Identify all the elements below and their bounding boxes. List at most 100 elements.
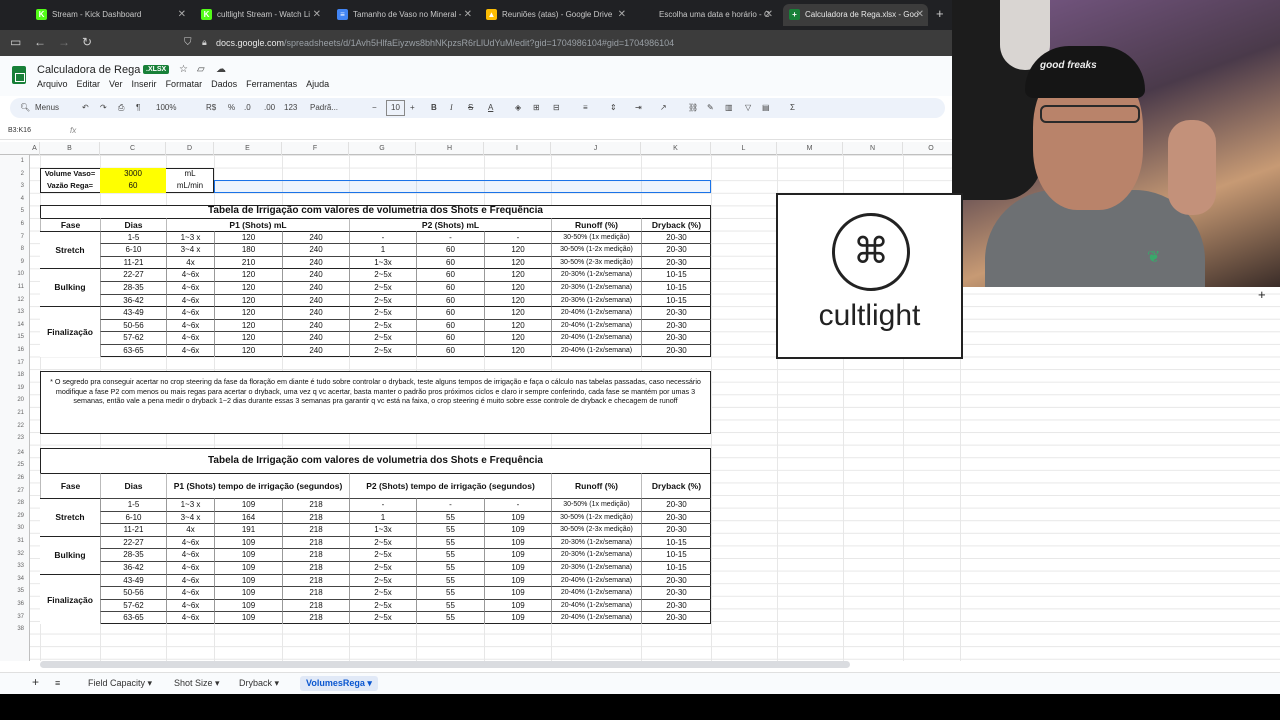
table-cell[interactable]: 210	[214, 255, 282, 269]
table-cell[interactable]: 63-65	[100, 611, 166, 624]
table-cell[interactable]: 218	[282, 498, 349, 511]
flow-label[interactable]: Vazão Rega=	[40, 180, 100, 193]
column-header[interactable]: H	[416, 142, 484, 155]
table-cell[interactable]: 2~5x	[349, 611, 416, 624]
table-cell[interactable]: 2~5x	[349, 573, 416, 587]
menu-item[interactable]: Formatar	[166, 79, 203, 89]
table-cell[interactable]: 109	[484, 573, 551, 587]
menu-item[interactable]: Inserir	[132, 79, 157, 89]
table-cell[interactable]: 2~5x	[349, 281, 416, 294]
table-cell[interactable]: 218	[282, 586, 349, 599]
currency-button[interactable]: R$	[206, 101, 216, 115]
row-header[interactable]: 25	[0, 462, 24, 468]
column-header[interactable]: A	[30, 142, 40, 155]
horizontal-align-icon[interactable]: ≡	[583, 101, 588, 115]
table-cell[interactable]: 55	[416, 548, 484, 561]
table-cell[interactable]: 1	[349, 510, 416, 524]
table-cell[interactable]: 20-30	[641, 255, 711, 269]
column-header[interactable]: N	[843, 142, 903, 155]
column-header[interactable]: D	[166, 142, 214, 155]
table-cell[interactable]: 2~5x	[349, 268, 416, 281]
bold-icon[interactable]: B	[431, 101, 437, 115]
table-cell[interactable]: 20-30	[641, 611, 711, 624]
add-icon[interactable]: +	[1258, 287, 1266, 302]
table-cell[interactable]: 4~6x	[166, 573, 214, 587]
table-cell[interactable]: 20-30	[641, 498, 711, 511]
table-cell[interactable]: 4~6x	[166, 331, 214, 344]
phase-label[interactable]: Stretch	[40, 230, 100, 269]
browser-tab[interactable]: ≡ Tamanho de Vaso no Mineral - ✕	[331, 4, 476, 26]
row-header[interactable]: 36	[0, 601, 24, 607]
table-cell[interactable]: 20-30	[641, 344, 711, 357]
table-cell[interactable]: 218	[282, 535, 349, 549]
table-cell[interactable]: 10-15	[641, 548, 711, 561]
table-cell[interactable]: 4~6x	[166, 611, 214, 624]
column-header[interactable]: L	[711, 142, 777, 155]
table-cell[interactable]: 120	[484, 344, 551, 357]
row-header[interactable]: 2	[0, 171, 24, 177]
table-cell[interactable]: 109	[214, 598, 282, 612]
phase-label[interactable]: Finalização	[40, 573, 100, 624]
table-cell[interactable]: 218	[282, 573, 349, 587]
row-header[interactable]: 19	[0, 385, 24, 391]
reload-icon[interactable]: ↻	[82, 35, 92, 49]
row-header[interactable]: 24	[0, 450, 24, 456]
row-header[interactable]: 7	[0, 234, 24, 240]
row-header[interactable]: 4	[0, 196, 24, 202]
row-header[interactable]: 14	[0, 322, 24, 328]
table-cell[interactable]: 20-40% (1-2x/semana)	[551, 586, 641, 599]
row-header[interactable]: 15	[0, 334, 24, 340]
table-cell[interactable]: 1~3 x	[166, 498, 214, 511]
table-cell[interactable]: 30-50% (2-3x medição)	[551, 523, 641, 536]
row-header[interactable]: 35	[0, 588, 24, 594]
name-box[interactable]: B3:K16	[8, 127, 31, 134]
table-cell[interactable]: 20-30	[641, 523, 711, 536]
column-header-p2[interactable]: P2 (Shots) tempo de irrigação (segundos)	[349, 473, 551, 498]
table-cell[interactable]: 2~5x	[349, 586, 416, 599]
browser-tab[interactable]: Kcultlight Stream - Watch Li ✕	[195, 4, 325, 26]
table-cell[interactable]: 120	[214, 281, 282, 294]
chevron-down-icon[interactable]: ▾	[365, 678, 372, 688]
table-cell[interactable]: 20-40% (1-2x/semana)	[551, 318, 641, 332]
table-cell[interactable]: 55	[416, 586, 484, 599]
table-cell[interactable]: 11-21	[100, 255, 166, 269]
table-cell[interactable]: 60	[416, 318, 484, 332]
tab-close-icon[interactable]: ✕	[916, 4, 924, 26]
table-cell[interactable]: 63-65	[100, 344, 166, 357]
table-cell[interactable]: 4~6x	[166, 535, 214, 549]
table-cell[interactable]: 240	[282, 230, 349, 244]
table-cell[interactable]: 20-40% (1-2x/semana)	[551, 331, 641, 344]
table-cell[interactable]: 109	[214, 498, 282, 511]
browser-tab[interactable]: + Calculadora de Rega.xlsx - Goo ✕	[783, 4, 928, 26]
column-header-p2[interactable]: P2 (Shots) mL	[349, 218, 551, 231]
phase-label[interactable]: Bulking	[40, 268, 100, 307]
table-cell[interactable]: 109	[214, 611, 282, 624]
phase-label[interactable]: Bulking	[40, 535, 100, 574]
column-header[interactable]: J	[551, 142, 641, 155]
row-header[interactable]: 17	[0, 360, 24, 366]
row-header[interactable]: 23	[0, 435, 24, 441]
table-cell[interactable]: 109	[214, 535, 282, 549]
row-header[interactable]: 20	[0, 397, 24, 403]
sheet-tab[interactable]: Field Capacity ▾	[88, 678, 152, 689]
table-cell[interactable]: 109	[484, 510, 551, 524]
table-cell[interactable]: 10-15	[641, 561, 711, 574]
table-cell[interactable]: 218	[282, 611, 349, 624]
table-cell[interactable]: 240	[282, 293, 349, 307]
table-cell[interactable]: 4x	[166, 523, 214, 536]
table-cell[interactable]: 20-30	[641, 573, 711, 587]
table-cell[interactable]: 1-5	[100, 230, 166, 244]
table-cell[interactable]: 109	[484, 548, 551, 561]
insert-link-icon[interactable]: ⛓	[688, 101, 698, 115]
column-header-p1[interactable]: P1 (Shots) tempo de irrigação (segundos)	[166, 473, 349, 498]
tab-close-icon[interactable]: ✕	[765, 4, 773, 26]
table-cell[interactable]: 240	[282, 255, 349, 269]
document-title[interactable]: Calculadora de Rega	[37, 64, 140, 76]
menu-item[interactable]: Ver	[109, 79, 123, 89]
row-header[interactable]: 30	[0, 525, 24, 531]
table-cell[interactable]: 120	[214, 268, 282, 281]
column-header-dryback[interactable]: Dryback (%)	[641, 218, 711, 231]
row-header[interactable]: 22	[0, 423, 24, 429]
table-cell[interactable]: 4~6x	[166, 293, 214, 307]
table-cell[interactable]: 218	[282, 548, 349, 561]
